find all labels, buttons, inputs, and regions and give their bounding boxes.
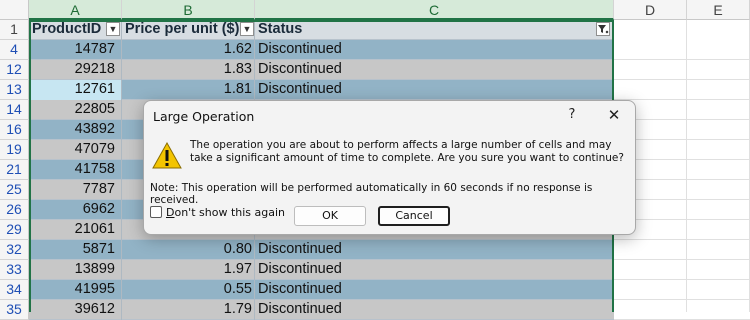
large-operation-dialog: Large Operation ? ✕ The operation you ar… [143,100,636,235]
column-header-a[interactable]: A [29,0,122,20]
dont-show-again-checkbox[interactable] [150,206,162,218]
cancel-button[interactable]: Cancel [378,206,450,226]
row-header[interactable]: 33 [0,260,29,280]
gridline [614,279,750,280]
gridline [614,239,750,240]
row-header[interactable]: 1 [0,20,29,40]
gridline [614,99,750,100]
help-button[interactable]: ? [562,106,582,124]
row-header[interactable]: 14 [0,100,29,120]
ok-button[interactable]: OK [294,206,366,226]
row-header[interactable]: 4 [0,40,29,60]
dialog-note: Note: This operation will be performed a… [150,182,593,206]
column-header-c[interactable]: C [255,0,614,20]
close-button[interactable]: ✕ [603,106,625,124]
gridline [614,259,750,260]
row-header[interactable]: 19 [0,140,29,160]
row-header[interactable]: 26 [0,200,29,220]
dont-show-again-label[interactable]: Don't show this again [166,206,285,219]
row-header[interactable]: 29 [0,220,29,240]
warning-icon [152,142,182,169]
column-header-b[interactable]: B [122,0,255,20]
gridline [614,59,750,60]
row-header[interactable]: 35 [0,300,29,320]
column-header-e[interactable]: E [687,0,750,20]
row-header[interactable]: 21 [0,160,29,180]
row-header[interactable]: 25 [0,180,29,200]
select-all-corner[interactable] [0,0,29,20]
gridline [614,79,750,80]
row-header[interactable]: 16 [0,120,29,140]
column-header-d[interactable]: D [614,0,687,20]
row-header[interactable]: 12 [0,60,29,80]
row-header[interactable]: 34 [0,280,29,300]
dialog-title: Large Operation [153,109,255,124]
gridline [614,299,750,300]
dialog-message: The operation you are about to perform a… [190,139,624,164]
dont-show-again-text: on't show this again [174,206,286,219]
row-header[interactable]: 13 [0,80,29,100]
row-header[interactable]: 32 [0,240,29,260]
column-e-area [687,20,750,312]
